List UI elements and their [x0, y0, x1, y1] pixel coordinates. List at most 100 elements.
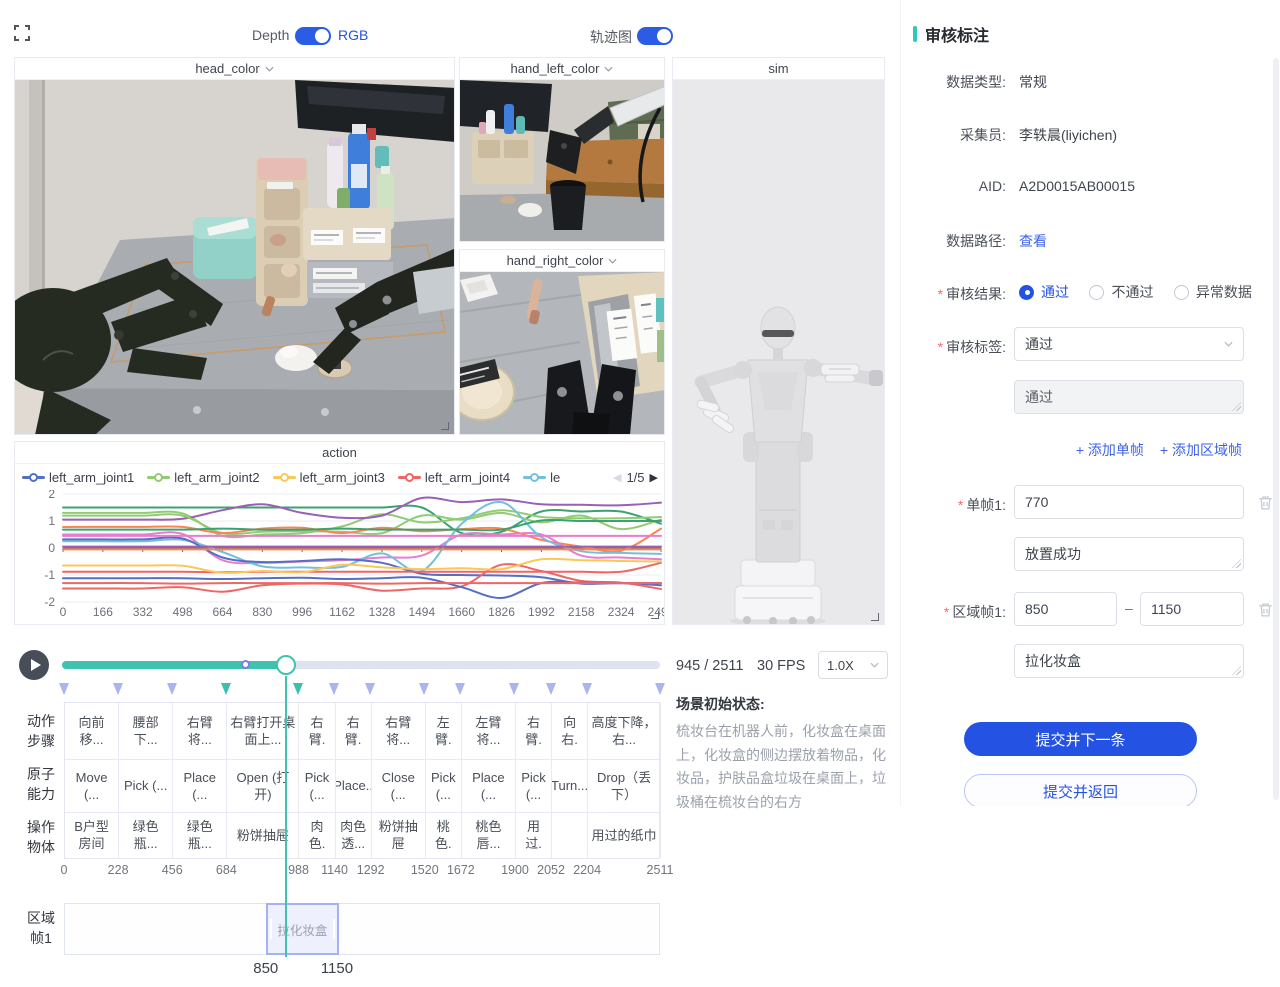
aid-label: AID:: [900, 178, 1006, 194]
trash-icon[interactable]: [1257, 494, 1274, 512]
table-cell-object-4: 粉饼抽屉: [227, 812, 299, 858]
timeline-marker-228[interactable]: [113, 683, 123, 695]
sim-title: sim: [768, 61, 788, 76]
timeline-marker-1900[interactable]: [509, 683, 519, 695]
timeline-marker-2204[interactable]: [582, 683, 592, 695]
table-axis-tick-2511: 2511: [647, 863, 674, 877]
review-tag-select[interactable]: 通过: [1014, 327, 1244, 361]
timeline-marker-1292[interactable]: [365, 683, 375, 695]
review-result-label: *审核结果:: [900, 284, 1006, 304]
action-line-chart[interactable]: 210-1-2016633249866483099611621328149416…: [15, 490, 664, 624]
legend-item-left_arm_joint1[interactable]: left_arm_joint1: [22, 470, 134, 485]
region-frame-label: *区域帧1:: [900, 602, 1006, 622]
resize-handle[interactable]: [871, 613, 879, 621]
depth-rgb-toggle[interactable]: [295, 27, 331, 45]
rgb-label: RGB: [338, 27, 368, 43]
radio-fail[interactable]: 不通过: [1089, 282, 1153, 302]
table-axis-tick-1292: 1292: [357, 863, 385, 877]
chevron-down-icon: [1224, 341, 1233, 347]
region-range-block[interactable]: 拉化妆盒: [266, 903, 339, 955]
legend-item-left_arm_joint2[interactable]: left_arm_joint2: [147, 470, 259, 485]
table-cell-step-3: 右臂将...: [173, 703, 227, 759]
sim-header: sim: [673, 58, 884, 80]
single-frame-input[interactable]: [1014, 485, 1244, 519]
scene-title: 场景初始状态:: [676, 694, 895, 714]
svg-text:1162: 1162: [329, 605, 355, 619]
trash-icon[interactable]: [1257, 601, 1274, 619]
timeline-marker-1520[interactable]: [419, 683, 429, 695]
svg-text:2324: 2324: [608, 605, 635, 619]
table-cell-step-7: 右臂将...: [372, 703, 426, 759]
hand-right-scene: [460, 272, 665, 435]
timeline-marker-0[interactable]: [59, 683, 69, 695]
row-label-object: 操作物体: [20, 817, 62, 857]
table-cell-object-12: 用过的纸巾: [588, 812, 661, 858]
timeline-marker-1140[interactable]: [329, 683, 339, 695]
legend-item-left_arm_joint3[interactable]: left_arm_joint3: [273, 470, 385, 485]
resize-grip-icon[interactable]: [1232, 666, 1241, 675]
hand-right-panel: hand_right_color: [459, 249, 665, 435]
head-color-video: [15, 80, 454, 435]
timeline-marker-1672[interactable]: [455, 683, 465, 695]
submit-back-button[interactable]: 提交并返回: [964, 774, 1197, 806]
single-frame-desc[interactable]: 放置成功: [1014, 537, 1244, 571]
add-single-frame-link[interactable]: + 添加单帧: [1076, 440, 1144, 460]
review-tag-note[interactable]: 通过: [1014, 380, 1244, 414]
hand-left-panel: hand_left_color: [459, 57, 665, 242]
data-path-link[interactable]: 查看: [1019, 231, 1047, 251]
resize-grip-icon[interactable]: [1232, 559, 1241, 568]
svg-text:2: 2: [48, 490, 55, 501]
chevron-down-icon: [265, 66, 274, 72]
hand-right-header[interactable]: hand_right_color: [460, 250, 664, 272]
legend-item-le[interactable]: le: [523, 470, 560, 485]
region-start-value: 850: [253, 960, 278, 977]
table-axis-tick-988: 988: [288, 863, 309, 877]
trajectory-label: 轨迹图: [590, 27, 632, 47]
table-cell-step-10: 右臂.: [516, 703, 552, 759]
legend-item-left_arm_joint4[interactable]: left_arm_joint4: [398, 470, 510, 485]
legend-line-icon: [22, 472, 45, 482]
row-label-ability: 原子能力: [20, 764, 62, 804]
timeline-marker-684[interactable]: [221, 683, 231, 695]
legend-prev-icon[interactable]: ◀: [613, 471, 621, 484]
region-frame-track[interactable]: 拉化妆盒: [64, 903, 660, 955]
svg-text:1494: 1494: [408, 605, 435, 619]
table-axis-tick-456: 456: [162, 863, 183, 877]
speed-select[interactable]: 1.0X: [818, 651, 888, 679]
resize-grip-icon[interactable]: [1232, 402, 1241, 411]
hand-left-header[interactable]: hand_left_color: [460, 58, 664, 80]
add-region-frame-link[interactable]: + 添加区域帧: [1160, 440, 1242, 460]
resize-handle[interactable]: [651, 611, 659, 619]
add-links: + 添加单帧 + 添加区域帧: [1076, 440, 1242, 460]
legend-line-icon: [273, 472, 296, 482]
depth-label: Depth: [252, 27, 289, 43]
region-frame-desc[interactable]: 拉化妆盒: [1014, 644, 1244, 678]
row-label-steps: 动作步骤: [20, 711, 62, 751]
resize-handle[interactable]: [441, 422, 449, 430]
table-cell-ability-12: Drop（丢下）: [588, 759, 661, 812]
panel-scrollbar[interactable]: [1273, 58, 1279, 800]
timeline-marker-2511[interactable]: [655, 683, 665, 695]
table-axis-tick-2052: 2052: [537, 863, 565, 877]
head-color-header[interactable]: head_color: [15, 58, 454, 80]
progress-slider-handle[interactable]: [276, 655, 296, 675]
fullscreen-icon[interactable]: [14, 25, 30, 41]
timeline-marker-988[interactable]: [293, 683, 303, 695]
chevron-down-icon: [608, 258, 617, 264]
action-chart-panel: action left_arm_joint1left_arm_joint2lef…: [14, 441, 665, 625]
submit-next-button[interactable]: 提交并下一条: [964, 722, 1197, 756]
radio-abnormal[interactable]: 异常数据: [1174, 282, 1252, 302]
single-frame-dot-marker[interactable]: [241, 660, 250, 669]
hand-left-title: hand_left_color: [511, 61, 600, 76]
playhead-line[interactable]: [285, 676, 287, 957]
legend-next-icon[interactable]: ▶: [650, 471, 658, 484]
sim-viewport[interactable]: [673, 80, 884, 625]
region-start-input[interactable]: [1014, 592, 1117, 626]
timeline-marker-2052[interactable]: [546, 683, 556, 695]
region-end-input[interactable]: [1140, 592, 1244, 626]
play-button[interactable]: [19, 650, 49, 680]
radio-pass[interactable]: 通过: [1019, 282, 1069, 302]
trajectory-toggle[interactable]: [637, 27, 673, 45]
chart-legend: left_arm_joint1 left_arm_joint2 left_arm_j…: [15, 464, 664, 490]
timeline-marker-456[interactable]: [167, 683, 177, 695]
